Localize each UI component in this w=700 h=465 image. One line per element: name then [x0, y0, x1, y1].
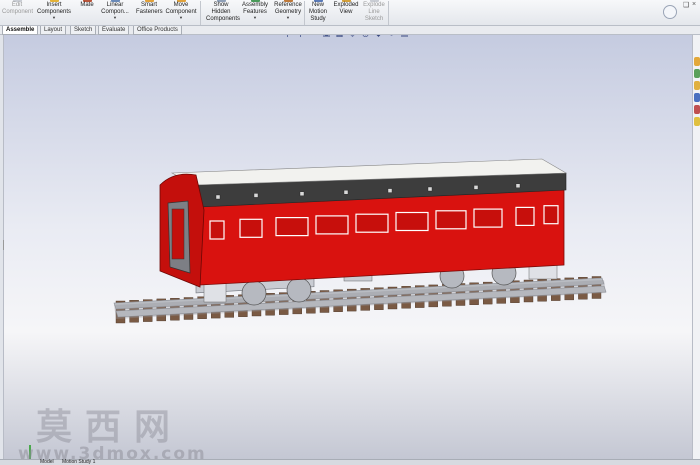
roof-vent [299, 191, 305, 197]
explode-line-sketch-label-line: Line [368, 9, 380, 15]
graphics-area[interactable]: ⚲ ⚲ ↶ ▣ ▦ ◈ ◎ ◆ ◒ ▤ [4, 35, 692, 459]
roof-vent [515, 183, 521, 189]
explode-line-sketch-button[interactable]: Explode Line Sketch [362, 0, 386, 26]
view-orientation-icon[interactable]: ▦ [335, 35, 344, 38]
show-hidden-components-label-line: Show [213, 2, 229, 8]
mate-label-line: Mate [80, 2, 94, 8]
reference-geometry-label-line: Reference [274, 2, 302, 8]
command-manager-ribbon: Edit Component Insert Components ▼ Mate Linear… [0, 0, 700, 26]
hide-show-items-icon[interactable]: ◎ [361, 35, 370, 38]
assembly-features-label-line: Assembly [241, 2, 268, 8]
end-door-panel [171, 208, 185, 260]
dropdown-arrow-icon[interactable]: ▼ [36, 16, 72, 20]
dropdown-arrow-icon[interactable]: ▼ [100, 16, 130, 20]
explode-line-sketch-label-line: Explode [363, 2, 385, 8]
new-motion-study-label-line: Motion [308, 9, 327, 15]
section-view-icon[interactable]: ▣ [322, 35, 331, 38]
exploded-view-label-line: View [339, 9, 353, 15]
carriage-window [515, 206, 535, 226]
resources-icon[interactable] [694, 57, 700, 66]
roof-vent [427, 186, 433, 192]
train-carriage-model[interactable] [4, 35, 692, 459]
design-library-icon[interactable] [694, 69, 700, 78]
edit-component-button[interactable]: Edit Component [2, 0, 34, 26]
move-component-label-line: Move [173, 2, 189, 8]
mate-button[interactable]: Mate [76, 0, 98, 26]
tab-sketch[interactable]: Sketch [70, 26, 97, 35]
close-window-icon[interactable]: × [692, 1, 696, 8]
watermark-chinese: 莫西网 [36, 406, 184, 448]
carriage-window [209, 220, 225, 240]
command-manager-tabs: Assemble Layout Sketch Evaluate Office Produ… [0, 26, 700, 35]
smart-fasteners-label-line: Smart [140, 2, 157, 8]
carriage-window [315, 215, 349, 235]
show-hidden-components-label-line: Hidden [211, 9, 231, 15]
carriage-window [395, 211, 429, 232]
edit-component-label-line: Edit [11, 2, 23, 8]
apply-scene-icon[interactable]: ◒ [387, 35, 396, 38]
help-circle-icon[interactable] [663, 5, 677, 19]
new-motion-study-label-line: Study [310, 16, 326, 22]
dropdown-arrow-icon[interactable]: ▼ [272, 16, 304, 20]
carriage-window [355, 213, 389, 233]
roof-vent [253, 193, 259, 198]
tab-office-products[interactable]: Office Products [133, 26, 182, 35]
view-settings-icon[interactable]: ▤ [400, 35, 409, 38]
dropdown-arrow-icon[interactable]: ▼ [164, 16, 198, 20]
status-bar: Model Motion Study 1 [0, 459, 700, 465]
carriage-window [239, 218, 263, 238]
carriage-window [473, 208, 503, 228]
carriage-window [543, 205, 559, 225]
linear-component-pattern-label-line: Linear [106, 2, 124, 8]
appearances-icon[interactable] [694, 105, 700, 114]
carriage-window [275, 217, 309, 237]
view-palette-icon[interactable] [694, 93, 700, 102]
roof-vent [387, 188, 393, 193]
dropdown-arrow-icon[interactable]: ▼ [240, 16, 270, 20]
tab-evaluate[interactable]: Evaluate [98, 26, 130, 35]
new-motion-study-label-line: New [311, 2, 324, 8]
display-style-icon[interactable]: ◈ [348, 35, 357, 38]
ribbon-separator [304, 1, 305, 25]
insert-components-button[interactable]: Insert Components ▼ [36, 0, 72, 26]
roof-vent [215, 194, 221, 200]
show-hidden-components-label-line: Components [206, 16, 241, 22]
edit-component-label-line: Component [2, 9, 34, 15]
ribbon-separator [200, 1, 201, 25]
move-component-button[interactable]: Move Component ▼ [164, 0, 198, 26]
tab-motion-study[interactable]: Motion Study 1 [62, 460, 95, 465]
assembly-features-button[interactable]: Assembly Features ▼ [240, 0, 270, 26]
zoom-area-icon[interactable]: ⚲ [296, 35, 305, 38]
tab-layout[interactable]: Layout [40, 26, 67, 35]
previous-view-icon[interactable]: ↶ [309, 35, 318, 38]
custom-properties-icon[interactable] [694, 117, 700, 126]
zoom-to-fit-icon[interactable]: ⚲ [283, 35, 292, 38]
edit-appearance-icon[interactable]: ◆ [374, 35, 383, 38]
show-hidden-components-button[interactable]: Show Hidden Components [206, 0, 241, 26]
explode-line-sketch-label-line: Sketch [364, 16, 384, 22]
smart-fasteners-button[interactable]: Smart Fasteners [136, 0, 163, 26]
linear-component-pattern-button[interactable]: Linear Compon... ▼ [100, 0, 130, 26]
tab-model[interactable]: Model [40, 460, 54, 465]
task-pane [692, 35, 700, 459]
insert-components-label-line: Insert [46, 2, 62, 8]
exploded-view-button[interactable]: Exploded View [332, 0, 360, 26]
roof-vent [473, 185, 479, 190]
restore-window-icon[interactable]: ❑ [683, 1, 689, 9]
carriage-window [435, 210, 467, 230]
tab-assemble[interactable]: Assemble [2, 26, 39, 35]
heads-up-view-toolbar: ⚲ ⚲ ↶ ▣ ▦ ◈ ◎ ◆ ◒ ▤ [283, 35, 423, 39]
reference-geometry-button[interactable]: Reference Geometry ▼ [272, 0, 304, 26]
new-motion-study-button[interactable]: New Motion Study [306, 0, 330, 26]
smart-fasteners-label-line: Fasteners [136, 9, 163, 15]
ribbon-separator [388, 1, 389, 25]
file-explorer-icon[interactable] [694, 81, 700, 90]
exploded-view-label-line: Exploded [333, 2, 359, 8]
roof-vent [343, 189, 349, 195]
